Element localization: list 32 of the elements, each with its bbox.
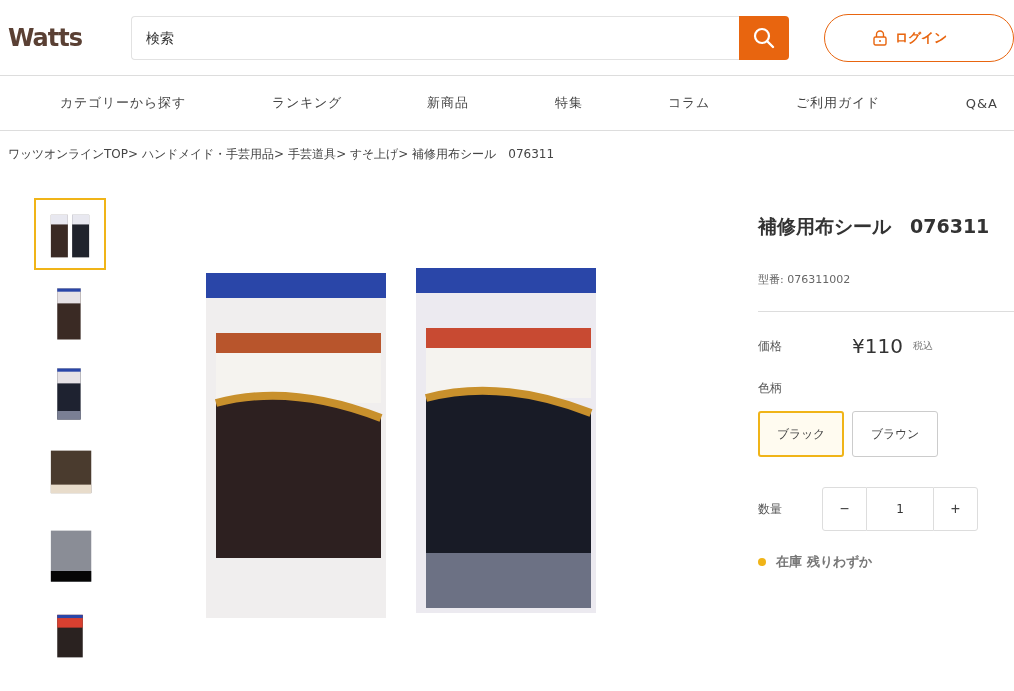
- color-label: 色柄: [758, 380, 783, 397]
- quantity-field[interactable]: 1: [867, 487, 933, 531]
- breadcrumb-current: 補修用布シール 076311: [412, 146, 555, 163]
- color-option[interactable]: ブラック: [758, 411, 844, 457]
- lock-icon: [873, 29, 887, 46]
- nav-link[interactable]: Q&A: [965, 95, 998, 111]
- quantity-label: 数量: [758, 500, 783, 518]
- search-icon: [753, 26, 775, 49]
- nav-link[interactable]: コラム: [668, 94, 711, 112]
- product-thumbnail[interactable]: [34, 198, 106, 270]
- price-label: 価格: [758, 337, 783, 355]
- breadcrumb-link[interactable]: ハンドメイド・手芸用品>: [142, 146, 285, 163]
- nav-link[interactable]: ランキング: [271, 94, 342, 112]
- breadcrumb-link[interactable]: すそ上げ>: [350, 146, 409, 163]
- increase-button[interactable]: +: [933, 487, 978, 531]
- tax-note: 税込: [912, 339, 933, 353]
- nav-link[interactable]: 特集: [554, 94, 583, 112]
- nav-link[interactable]: カテゴリーから探す: [60, 94, 186, 112]
- model-number: 型番: 076311002: [758, 272, 1014, 312]
- nav-link[interactable]: 新商品: [427, 94, 470, 112]
- decrease-button[interactable]: −: [822, 487, 867, 531]
- breadcrumb-link[interactable]: 手芸道具>: [288, 146, 347, 163]
- price: ¥110: [852, 334, 903, 358]
- breadcrumb-link[interactable]: ワッツオンラインTOP>: [8, 146, 139, 163]
- stock-dot: [758, 558, 766, 566]
- color-option[interactable]: ブラウン: [852, 411, 938, 457]
- nav-link[interactable]: ご利用ガイド: [796, 94, 881, 112]
- stock-status: 在庫 残りわずか: [776, 553, 872, 571]
- search-button[interactable]: [739, 15, 789, 60]
- site-logo[interactable]: Watts: [8, 23, 131, 52]
- search-field[interactable]: 検索: [130, 15, 739, 60]
- product-title: 補修用布シール 076311: [758, 214, 991, 239]
